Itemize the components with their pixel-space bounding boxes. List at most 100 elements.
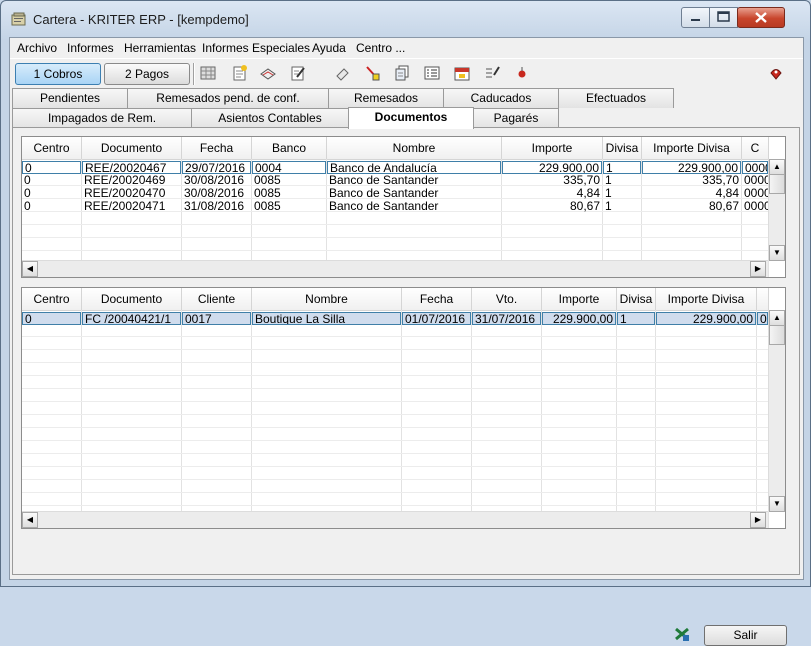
column-header[interactable]: Cliente (182, 288, 252, 310)
scroll-down-arrow[interactable]: ▼ (769, 496, 785, 512)
table-cell[interactable]: 80,67 (642, 200, 741, 213)
tab-asientos[interactable]: Asientos Contables (191, 108, 349, 128)
table-cell[interactable]: FC /20040421/1 (82, 312, 181, 325)
checklist-icon[interactable] (484, 65, 500, 81)
scroll-right-arrow[interactable]: ▶ (750, 512, 766, 528)
table-cell[interactable]: 0 (22, 174, 81, 187)
table-cell[interactable]: 229.900,00 (642, 161, 741, 174)
table-cell[interactable]: 229.900,00 (656, 312, 756, 325)
table-cell[interactable]: 0085 (252, 187, 326, 200)
table-cell[interactable]: 30/08/2016 (182, 187, 251, 200)
column-header[interactable]: Fecha (182, 137, 252, 159)
help-icon[interactable] (768, 65, 784, 81)
column-header[interactable]: Divisa (617, 288, 656, 310)
column-header[interactable]: C (742, 137, 769, 159)
tab-efectuados[interactable]: Efectuados (558, 88, 674, 108)
facturas-grid[interactable]: Centro Documento Cliente Nombre Fecha Vto. Imp… (21, 287, 786, 529)
pagos-button[interactable]: 2 Pagos (104, 63, 190, 85)
tab-impagados[interactable]: Impagados de Rem. (12, 108, 192, 128)
table-cell[interactable]: 1 (603, 187, 641, 200)
column-header[interactable]: Documento (82, 288, 182, 310)
table-cell[interactable]: 0 (22, 312, 81, 325)
column-header[interactable]: Nombre (252, 288, 402, 310)
cobros-button[interactable]: 1 Cobros (15, 63, 101, 85)
table-cell[interactable]: 335,70 (502, 174, 602, 187)
menu-informes-especiales[interactable]: Informes Especiales (202, 41, 310, 55)
table-cell[interactable]: REE/20020470 (82, 187, 181, 200)
table-cell[interactable]: REE/20020467 (82, 161, 181, 174)
table-row[interactable]: 0 REE/20020467 29/07/2016 0004 Banco de Anda… (22, 161, 768, 174)
pin-icon[interactable] (514, 65, 530, 81)
column-header[interactable]: Nombre (327, 137, 502, 159)
tab-caducados[interactable]: Caducados (443, 88, 559, 108)
table-cell[interactable]: 0000 (742, 187, 768, 200)
menu-archivo[interactable]: Archivo (17, 41, 57, 55)
eraser-icon[interactable] (334, 65, 350, 81)
column-header[interactable]: Vto. (472, 288, 542, 310)
table-cell[interactable]: Banco de Andalucía (327, 161, 501, 174)
table-row[interactable]: 0 REE/20020471 31/08/2016 0085 Banco de Sant… (22, 200, 768, 213)
table-cell[interactable]: 1 (603, 161, 641, 174)
table-cell[interactable]: 1 (603, 200, 641, 213)
documents-icon[interactable] (394, 65, 410, 81)
table-cell[interactable]: 0085 (252, 200, 326, 213)
table-cell[interactable]: Banco de Santander (327, 187, 501, 200)
tab-remesados-pend[interactable]: Remesados pend. de conf. (127, 88, 329, 108)
tab-documentos[interactable]: Documentos (348, 107, 474, 129)
table-cell[interactable]: 0 (22, 161, 81, 174)
column-header[interactable]: Documento (82, 137, 182, 159)
column-header[interactable]: Centro (22, 137, 82, 159)
table-cell[interactable]: 0000 (742, 174, 768, 187)
table-cell[interactable]: 0017 (182, 312, 251, 325)
table-cell[interactable]: Boutique La Silla (252, 312, 401, 325)
table-cell[interactable]: 229.900,00 (542, 312, 616, 325)
scroll-left-arrow[interactable]: ◀ (22, 261, 38, 277)
table-cell[interactable]: 0000 (742, 200, 768, 213)
close-button[interactable] (737, 7, 785, 28)
facturas-vertical-scrollbar[interactable]: ▲ ▼ (768, 310, 785, 512)
scroll-left-arrow[interactable]: ◀ (22, 512, 38, 528)
table-cell[interactable]: 29/07/2016 (182, 161, 251, 174)
column-header[interactable]: Centro (22, 288, 82, 310)
list-icon[interactable] (424, 65, 440, 81)
table-cell[interactable]: 0085 (252, 174, 326, 187)
scroll-down-arrow[interactable]: ▼ (769, 245, 785, 261)
table-cell[interactable]: 31/07/2016 (472, 312, 541, 325)
table-row[interactable]: 0 REE/20020470 30/08/2016 0085 Banco de Sant… (22, 187, 768, 200)
new-document-icon[interactable] (232, 65, 248, 81)
menu-informes[interactable]: Informes (67, 41, 114, 55)
table-cell[interactable]: 0 (22, 200, 81, 213)
remesas-vertical-scrollbar[interactable]: ▲ ▼ (768, 159, 785, 261)
menu-centro[interactable]: Centro ... (356, 41, 405, 55)
table-cell[interactable]: 31/08/2016 (182, 200, 251, 213)
column-header[interactable]: Importe (542, 288, 617, 310)
scroll-up-arrow[interactable]: ▲ (769, 310, 785, 326)
scroll-thumb[interactable] (769, 325, 785, 345)
table-cell[interactable]: REE/20020471 (82, 200, 181, 213)
table-cell[interactable]: 80,67 (502, 200, 602, 213)
book-icon[interactable] (260, 65, 276, 81)
menu-ayuda[interactable]: Ayuda (312, 41, 346, 55)
tab-remesados[interactable]: Remesados (328, 88, 444, 108)
column-header[interactable]: Banco (252, 137, 327, 159)
column-header[interactable]: Importe (502, 137, 603, 159)
tab-pagares[interactable]: Pagarés (473, 108, 559, 128)
table-cell[interactable]: 1 (603, 174, 641, 187)
cut-icon[interactable] (364, 65, 380, 81)
column-header[interactable] (757, 288, 769, 310)
minimize-button[interactable] (681, 7, 710, 28)
column-header[interactable]: Importe Divisa (656, 288, 757, 310)
salir-button[interactable]: Salir (704, 625, 787, 646)
table-cell[interactable]: Banco de Santander (327, 200, 501, 213)
table-cell[interactable]: REE/20020469 (82, 174, 181, 187)
table-cell[interactable]: 229.900,00 (502, 161, 602, 174)
grid-icon[interactable] (200, 65, 216, 81)
column-header[interactable]: Divisa (603, 137, 642, 159)
table-row[interactable]: 0 REE/20020469 30/08/2016 0085 Banco de Sant… (22, 174, 768, 187)
title-bar[interactable]: Cartera - KRITER ERP - [kempdemo] (1, 1, 810, 35)
table-cell[interactable]: 0004 (252, 161, 326, 174)
table-cell[interactable]: 4,84 (642, 187, 741, 200)
table-cell[interactable]: 0 (757, 312, 768, 325)
calendar-icon[interactable] (454, 65, 470, 81)
remesas-grid[interactable]: Centro Documento Fecha Banco Nombre Importe Di… (21, 136, 786, 278)
